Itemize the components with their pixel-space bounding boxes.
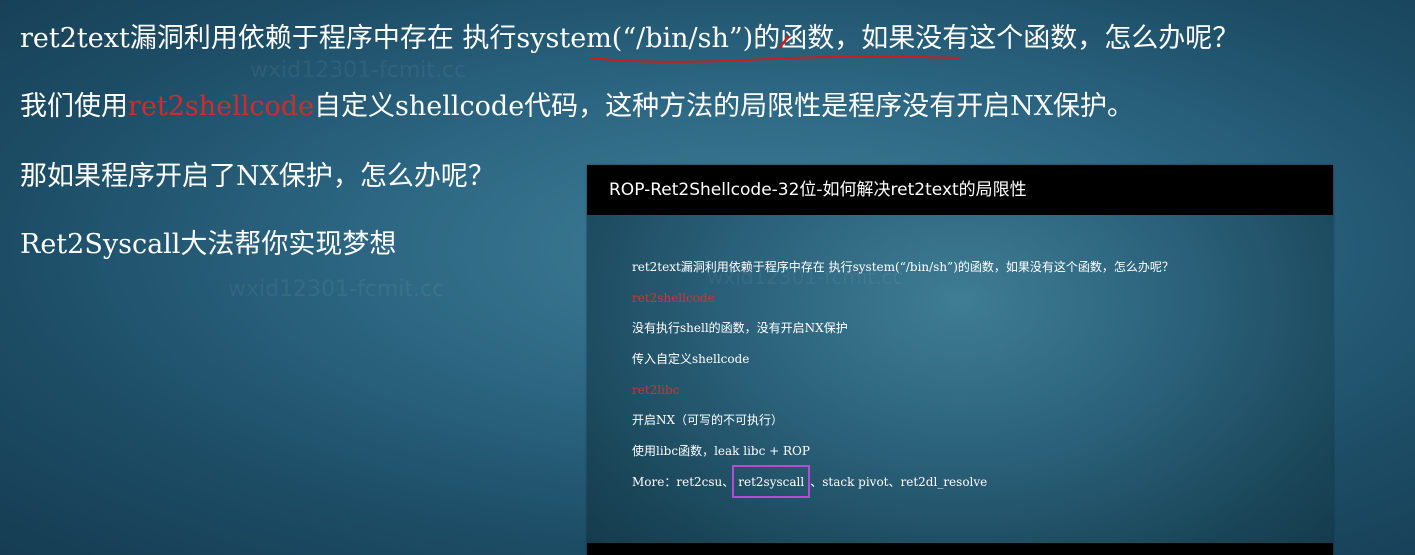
line2-suffix: 自定义shellcode代码，这种方法的局限性是程序没有开启NX保护。 [314, 91, 1135, 122]
inset-bottom-bar [587, 543, 1333, 555]
slide-line-3: 那如果程序开启了NX保护，怎么办呢？ [20, 161, 495, 192]
watermark: wxid12301-fcmit.cc [250, 58, 467, 83]
inset-line-ret2libc: ret2libc [632, 383, 680, 397]
inset-line-ret2shellcode: ret2shellcode [632, 291, 715, 305]
inset-line-more: More：ret2csu、 ret2syscall 、stack pivot、ret… [632, 465, 988, 498]
slide-line-1: ret2text漏洞利用依赖于程序中存在 执行system(“/bin/sh”)… [20, 23, 1240, 54]
watermark: wxid12301-fcmit.cc [228, 277, 445, 302]
inset-line: 使用libc函数，leak libc + ROP [632, 444, 810, 458]
inset-title: ROP-Ret2Shellcode-32位-如何解决ret2text的局限性 [609, 180, 1027, 200]
slide-line-4: Ret2Syscall大法帮你实现梦想 [20, 229, 397, 260]
inset-line: 传入自定义shellcode [632, 352, 750, 366]
line2-prefix: 我们使用 [20, 91, 128, 122]
inset-line: 开启NX（可写的不可执行） [632, 413, 784, 427]
embedded-slide-screenshot: wxid12301-fcmit.cc ROP-Ret2Shellcode-32位… [587, 165, 1333, 555]
ret2syscall-highlight-box: ret2syscall [732, 465, 811, 498]
ret2shellcode-highlight: ret2shellcode [128, 91, 315, 122]
more-suffix: 、stack pivot、ret2dl_resolve [810, 475, 988, 489]
more-prefix: More：ret2csu、 [632, 475, 735, 489]
inset-title-bar: ROP-Ret2Shellcode-32位-如何解决ret2text的局限性 [587, 165, 1333, 215]
slide-line-2: 我们使用ret2shellcode自定义shellcode代码，这种方法的局限性… [20, 90, 1134, 124]
inset-line: 没有执行shell的函数，没有开启NX保护 [632, 321, 848, 335]
inset-line: ret2text漏洞利用依赖于程序中存在 执行system(“/bin/sh”)… [632, 260, 1174, 274]
